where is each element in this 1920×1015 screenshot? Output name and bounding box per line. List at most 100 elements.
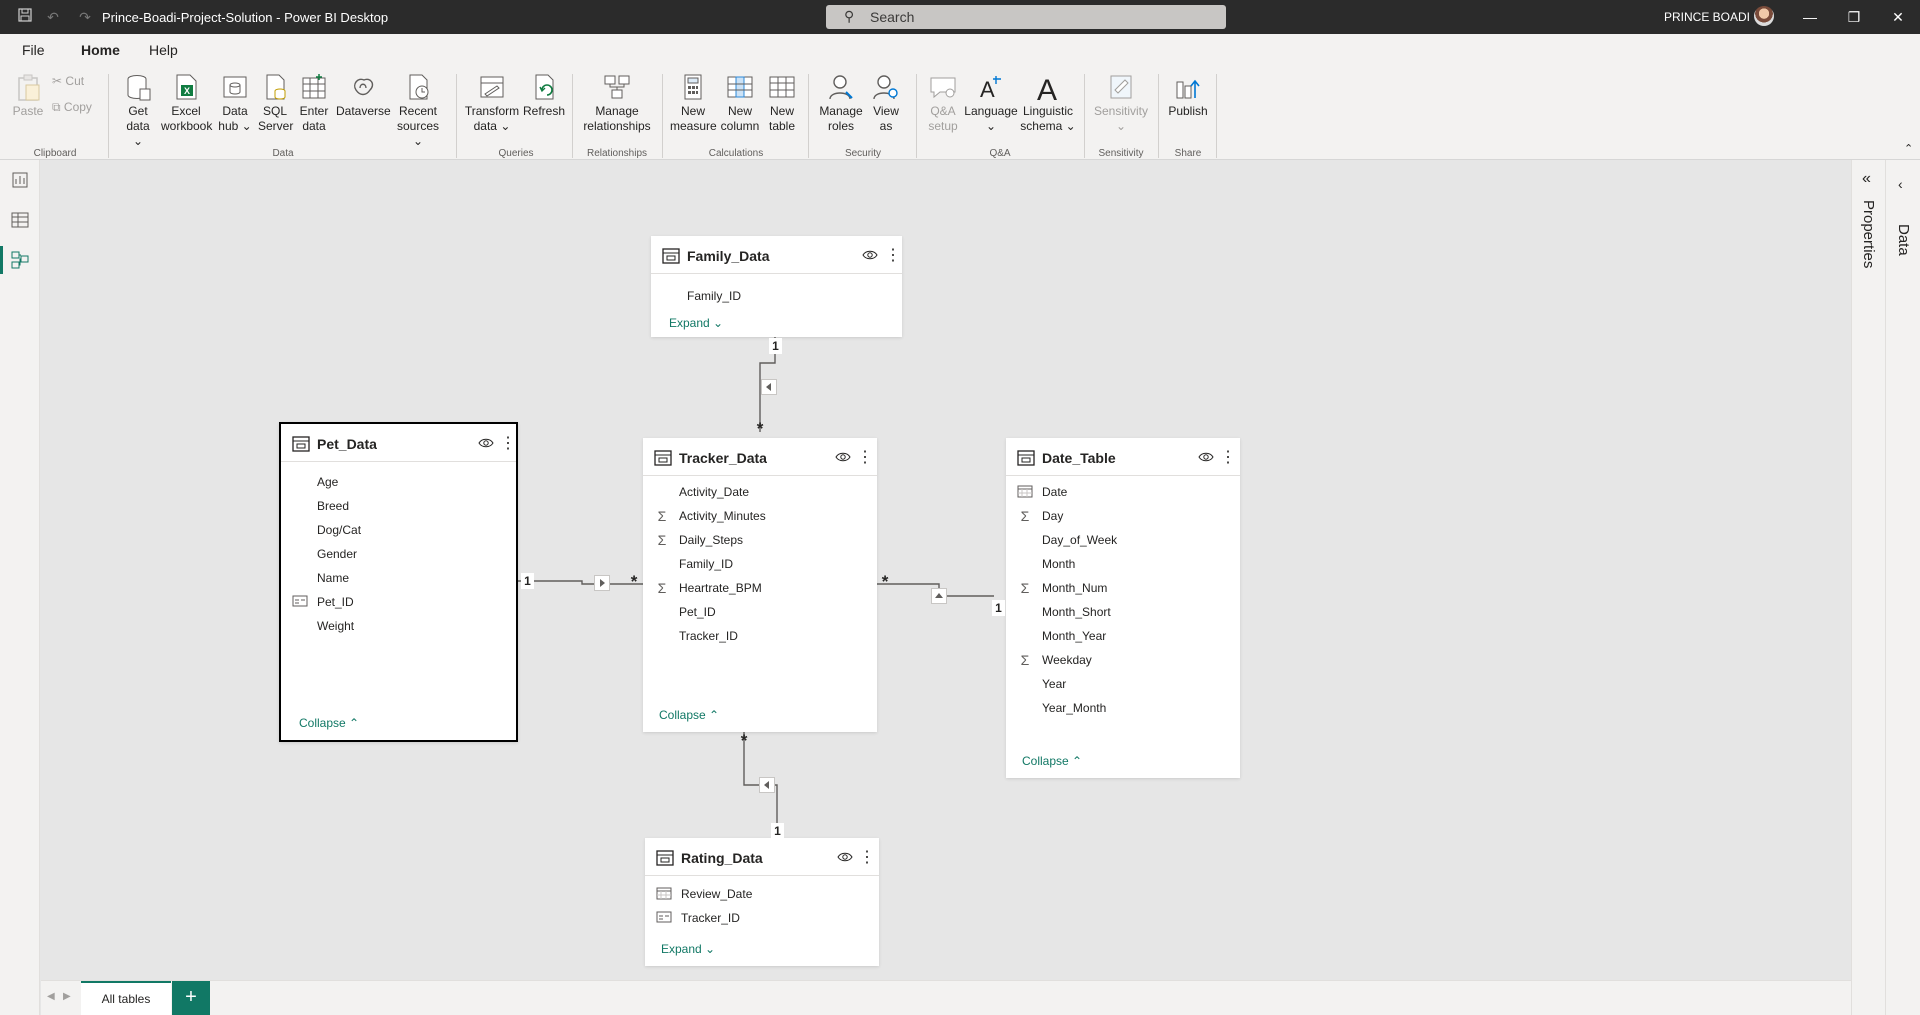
table-header[interactable]: Pet_Data ⋮ — [281, 424, 516, 462]
more-options-icon[interactable]: ⋮ — [1220, 447, 1236, 467]
field-row[interactable]: Review_Date — [645, 882, 879, 906]
collapse-toggle[interactable]: Collapse ⌃ — [299, 716, 359, 730]
new-column-button[interactable]: New column — [718, 72, 762, 134]
search-box[interactable]: ⚲ Search — [826, 5, 1226, 29]
field-row[interactable]: Dog/Cat — [281, 518, 516, 542]
eye-icon[interactable] — [861, 247, 879, 263]
undo-icon[interactable]: ↶ — [44, 8, 62, 26]
more-options-icon[interactable]: ⋮ — [859, 847, 875, 867]
collapse-toggle[interactable]: Collapse ⌃ — [659, 708, 719, 722]
table-card-pet-data[interactable]: Pet_Data ⋮ Age Breed Dog/Cat Gender Name… — [279, 422, 518, 742]
filter-direction-left-icon[interactable] — [761, 379, 777, 395]
more-options-icon[interactable]: ⋮ — [500, 433, 516, 453]
expand-toggle[interactable]: Expand ⌄ — [661, 942, 715, 956]
field-row[interactable]: Tracker_ID — [645, 906, 879, 930]
field-row[interactable]: Σ Month_Num — [1006, 576, 1240, 600]
field-row[interactable]: Date — [1006, 480, 1240, 504]
sql-server-button[interactable]: SQL Server — [258, 72, 293, 134]
expand-toggle[interactable]: Expand ⌄ — [669, 316, 723, 330]
model-view-icon[interactable] — [0, 246, 34, 274]
field-row[interactable]: Family_ID — [651, 284, 902, 308]
eye-icon[interactable] — [836, 849, 854, 865]
cut-button[interactable]: ✂ Cut — [52, 74, 84, 88]
tab-help[interactable]: Help — [149, 42, 178, 58]
tab-file[interactable]: File — [22, 42, 45, 58]
excel-workbook-button[interactable]: X Excel workbook — [161, 72, 212, 134]
publish-button[interactable]: Publish — [1166, 72, 1210, 119]
language-button[interactable]: A Language ⌄ — [964, 72, 1018, 134]
table-card-tracker-data[interactable]: Tracker_Data ⋮ Activity_Date Σ Activity_M… — [643, 438, 877, 732]
field-row[interactable]: Year_Month — [1006, 696, 1240, 720]
field-row[interactable]: Name — [281, 566, 516, 590]
more-options-icon[interactable]: ⋮ — [857, 447, 873, 467]
model-canvas[interactable]: Family_Data ⋮ Family_ID Expand ⌄ Pet_Dat… — [41, 160, 1851, 980]
refresh-button[interactable]: Refresh — [522, 72, 566, 119]
minimize-icon[interactable]: — — [1800, 8, 1820, 26]
eye-icon[interactable] — [834, 449, 852, 465]
data-pane[interactable]: ‹ Data — [1885, 160, 1920, 1015]
add-layout-button[interactable]: + — [172, 981, 210, 1015]
view-as-button[interactable]: View as — [868, 72, 904, 134]
scroll-left-icon[interactable]: ◀ — [47, 991, 55, 1002]
eye-icon[interactable] — [1197, 449, 1215, 465]
redo-icon[interactable]: ↷ — [76, 8, 94, 26]
avatar[interactable] — [1754, 6, 1774, 26]
field-row[interactable]: Σ Daily_Steps — [643, 528, 877, 552]
field-row[interactable]: Family_ID — [643, 552, 877, 576]
field-row[interactable]: Month_Year — [1006, 624, 1240, 648]
linguistic-schema-button[interactable]: A Linguistic schema ⌄ — [1020, 72, 1076, 134]
paste-button[interactable]: Paste — [10, 72, 46, 119]
field-row[interactable]: Σ Weekday — [1006, 648, 1240, 672]
table-card-date-table[interactable]: Date_Table ⋮ Date Σ Day Day_of_Week Month… — [1006, 438, 1240, 778]
enter-data-button[interactable]: Enter data — [297, 72, 331, 134]
field-row[interactable]: Gender — [281, 542, 516, 566]
field-row[interactable]: Month_Short — [1006, 600, 1240, 624]
scroll-right-icon[interactable]: ▶ — [63, 991, 71, 1002]
filter-direction-right-icon[interactable] — [594, 575, 610, 591]
field-row[interactable]: Σ Day — [1006, 504, 1240, 528]
recent-sources-button[interactable]: Recent sources ⌄ — [392, 72, 444, 149]
get-data-button[interactable]: Get data ⌄ — [120, 72, 156, 149]
user-name[interactable]: PRINCE BOADI — [1664, 10, 1750, 24]
table-card-rating-data[interactable]: Rating_Data ⋮ Review_Date Tracker_ID Exp… — [645, 838, 879, 966]
save-icon[interactable] — [16, 8, 34, 26]
properties-pane[interactable]: « Properties — [1851, 160, 1885, 1015]
chevron-left-icon[interactable]: ‹ — [1898, 176, 1903, 192]
table-header[interactable]: Date_Table ⋮ — [1006, 438, 1240, 476]
table-header[interactable]: Tracker_Data ⋮ — [643, 438, 877, 476]
transform-data-button[interactable]: Transform data ⌄ — [464, 72, 520, 134]
field-row[interactable]: Σ Heartrate_BPM — [643, 576, 877, 600]
field-row[interactable]: Σ Activity_Minutes — [643, 504, 877, 528]
field-row[interactable]: Age — [281, 470, 516, 494]
tab-all-tables[interactable]: All tables — [81, 981, 171, 1015]
field-row[interactable]: Pet_ID — [643, 600, 877, 624]
field-row[interactable]: Weight — [281, 614, 516, 638]
qa-setup-button[interactable]: Q&A setup — [924, 72, 962, 134]
field-row[interactable]: Day_of_Week — [1006, 528, 1240, 552]
eye-icon[interactable] — [477, 435, 495, 451]
field-row[interactable]: Breed — [281, 494, 516, 518]
table-card-family-data[interactable]: Family_Data ⋮ Family_ID Expand ⌄ — [651, 236, 902, 337]
sensitivity-button[interactable]: Sensitivity ⌄ — [1090, 72, 1152, 134]
collapse-ribbon-icon[interactable]: ⌃ — [1904, 142, 1913, 155]
tab-home[interactable]: Home — [81, 42, 120, 69]
dataverse-button[interactable]: Dataverse — [336, 72, 391, 119]
table-view-icon[interactable] — [6, 206, 34, 234]
more-options-icon[interactable]: ⋮ — [885, 245, 901, 265]
report-view-icon[interactable] — [6, 166, 34, 194]
field-row[interactable]: Year — [1006, 672, 1240, 696]
field-row[interactable]: Activity_Date — [643, 480, 877, 504]
new-table-button[interactable]: New table — [764, 72, 800, 134]
field-row[interactable]: Tracker_ID — [643, 624, 877, 648]
restore-icon[interactable]: ❐ — [1844, 8, 1864, 26]
field-row[interactable]: Pet_ID — [281, 590, 516, 614]
filter-direction-up-icon[interactable] — [931, 588, 947, 604]
data-hub-button[interactable]: Data hub ⌄ — [218, 72, 252, 134]
close-icon[interactable]: ✕ — [1888, 8, 1908, 26]
manage-roles-button[interactable]: Manage roles — [816, 72, 866, 134]
new-measure-button[interactable]: New measure — [670, 72, 717, 134]
filter-direction-left-icon[interactable] — [759, 777, 775, 793]
table-header[interactable]: Family_Data ⋮ — [651, 236, 902, 274]
collapse-pane-icon[interactable]: « — [1862, 170, 1871, 188]
copy-button[interactable]: ⧉ Copy — [52, 100, 92, 115]
